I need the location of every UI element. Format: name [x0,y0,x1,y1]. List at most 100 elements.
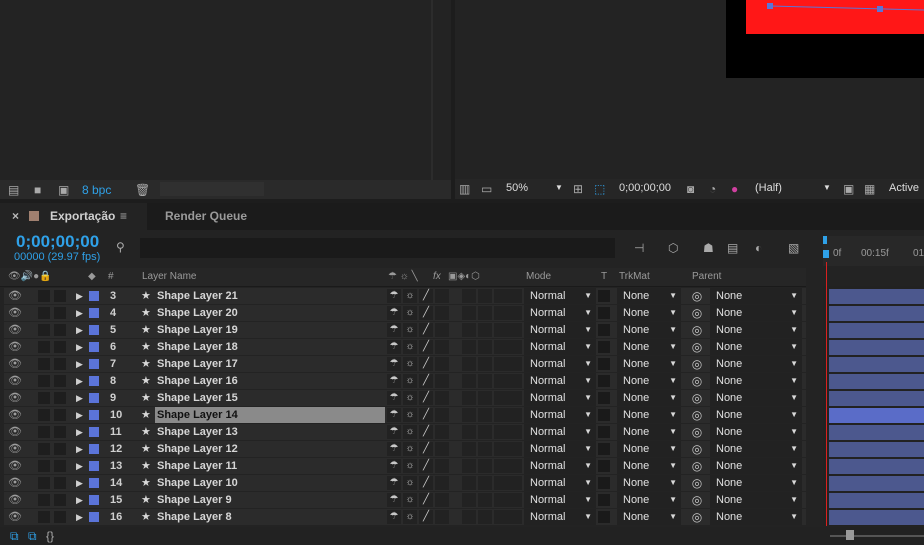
mode-select[interactable]: Normal ▼ [524,492,596,508]
collapse-switch-icon[interactable]: ☼ [403,391,417,405]
effect-switch[interactable] [435,442,449,456]
layer-name[interactable]: Shape Layer 11 [155,458,385,474]
shy-switch-icon[interactable]: ☂ [387,340,401,354]
color-channels-icon[interactable]: ● [731,182,738,196]
track-matte-header[interactable]: TrkMat [619,271,650,282]
lock-switch[interactable] [54,392,66,404]
layer-duration-bar[interactable] [829,391,924,406]
motion-blur-switch[interactable] [478,374,492,388]
quality-switch-icon[interactable]: ╱ [419,476,433,490]
solo-switch[interactable] [38,341,50,353]
mode-select[interactable]: Normal ▼ [524,305,596,321]
collapse-switch-icon[interactable]: ☼ [403,425,417,439]
motion-blur-switch[interactable] [478,459,492,473]
layer-number-header[interactable]: # [108,271,114,282]
solo-switch[interactable] [38,460,50,472]
tab-render-queue[interactable]: Render Queue [165,203,247,230]
preserve-transparency-checkbox[interactable] [598,443,610,455]
frame-blend-switch[interactable] [462,340,476,354]
collapse-switch-icon[interactable]: ☼ [403,493,417,507]
adjustment-switch[interactable] [494,493,508,507]
eye-icon[interactable]: 👁 [8,305,22,321]
quality-switch-icon[interactable]: ╱ [419,510,433,524]
interpret-footage-icon[interactable]: ▤ [8,183,19,197]
trkmat-select[interactable]: None ▼ [617,509,681,525]
preserve-transparency-checkbox[interactable] [598,460,610,472]
effect-switch[interactable] [435,306,449,320]
quality-switch-icon[interactable]: ╱ [419,323,433,337]
mode-select[interactable]: Normal ▼ [524,424,596,440]
quality-switch-icon[interactable]: ╱ [419,425,433,439]
monitor-icon[interactable]: ▭ [481,182,492,196]
trkmat-select[interactable]: None ▼ [617,492,681,508]
frame-blend-switch[interactable] [462,323,476,337]
draft-3d-icon[interactable]: ⬡ [668,241,678,255]
adjustment-switch[interactable] [494,442,508,456]
trkmat-select[interactable]: None ▼ [617,339,681,355]
layer-name[interactable]: Shape Layer 12 [155,441,385,457]
pick-whip-icon[interactable]: ◎ [687,441,707,457]
resolution-select[interactable]: (Half) [755,182,782,194]
mode-select[interactable]: Normal ▼ [524,356,596,372]
frame-blend-switch[interactable] [462,306,476,320]
comp-timecode[interactable]: 0;00;00;00 [619,182,671,194]
solo-switch[interactable] [38,494,50,506]
3d-switch[interactable] [508,323,522,337]
solo-switch[interactable] [38,358,50,370]
lock-switch[interactable] [54,409,66,421]
3d-switch[interactable] [508,459,522,473]
magnification-select[interactable]: 50% [506,182,528,194]
label-header-icon[interactable]: ◆ [88,271,96,282]
layer-row[interactable]: 👁 ▶ 8 ★ Shape Layer 16 ☂ ☼ ╱ Normal ▼ None ▼ ◎ None ▼ [4,373,806,389]
quality-switch-icon[interactable]: ╱ [419,391,433,405]
preserve-transparency-checkbox[interactable] [598,290,610,302]
lock-switch[interactable] [54,290,66,302]
lock-switch[interactable] [54,426,66,438]
motion-blur-switch[interactable] [478,510,492,524]
eye-icon[interactable]: 👁 [8,509,22,525]
solo-switch[interactable] [38,409,50,421]
effect-switch[interactable] [435,510,449,524]
adjustment-switch[interactable] [494,476,508,490]
shy-switch-icon[interactable]: ☂ [387,323,401,337]
pick-whip-icon[interactable]: ◎ [687,390,707,406]
graph-editor-icon[interactable]: ▧ [788,241,799,255]
frame-blend-switch[interactable] [462,357,476,371]
layer-name[interactable]: Shape Layer 8 [155,509,385,525]
collapse-switch-icon[interactable]: ☼ [403,357,417,371]
trkmat-select[interactable]: None ▼ [617,322,681,338]
frame-blend-switch[interactable] [462,459,476,473]
mode-select[interactable]: Normal ▼ [524,373,596,389]
expand-triangle-icon[interactable]: ▶ [76,373,86,389]
parent-select[interactable]: None ▼ [710,356,802,372]
frame-blend-switch[interactable] [462,493,476,507]
3d-switch[interactable] [508,408,522,422]
layer-name[interactable]: Shape Layer 17 [155,356,385,372]
layer-row[interactable]: 👁 ▶ 12 ★ Shape Layer 12 ☂ ☼ ╱ Normal ▼ None ▼ ◎ None ▼ [4,441,806,457]
layer-duration-bar[interactable] [829,408,924,423]
layer-row[interactable]: 👁 ▶ 9 ★ Shape Layer 15 ☂ ☼ ╱ Normal ▼ None ▼ ◎ None ▼ [4,390,806,406]
collapse-switch-icon[interactable]: ☼ [403,442,417,456]
parent-select[interactable]: None ▼ [710,475,802,491]
parent-select[interactable]: None ▼ [710,407,802,423]
layer-row[interactable]: 👁 ▶ 5 ★ Shape Layer 19 ☂ ☼ ╱ Normal ▼ None ▼ ◎ None ▼ [4,322,806,338]
adjustment-switch[interactable] [494,459,508,473]
motion-blur-switch[interactable] [478,493,492,507]
layer-duration-bar[interactable] [829,425,924,440]
parent-select[interactable]: None ▼ [710,492,802,508]
effect-switch[interactable] [435,323,449,337]
effect-switch[interactable] [435,408,449,422]
layer-row[interactable]: 👁 ▶ 15 ★ Shape Layer 9 ☂ ☼ ╱ Normal ▼ None ▼ ◎ None ▼ [4,492,806,508]
3d-switch[interactable] [508,374,522,388]
adjustment-switch[interactable] [494,408,508,422]
new-folder-icon[interactable]: ■ [34,183,41,197]
layer-duration-bar[interactable] [829,289,924,304]
layer-duration-bar[interactable] [829,306,924,321]
layer-row[interactable]: 👁 ▶ 16 ★ Shape Layer 8 ☂ ☼ ╱ Normal ▼ None ▼ ◎ None ▼ [4,509,806,525]
shy-switch-icon[interactable]: ☂ [387,289,401,303]
label-color[interactable] [89,393,99,403]
eye-icon[interactable]: 👁 [8,339,22,355]
quality-switch-icon[interactable]: ╱ [419,357,433,371]
pick-whip-icon[interactable]: ◎ [687,458,707,474]
parent-select[interactable]: None ▼ [710,458,802,474]
